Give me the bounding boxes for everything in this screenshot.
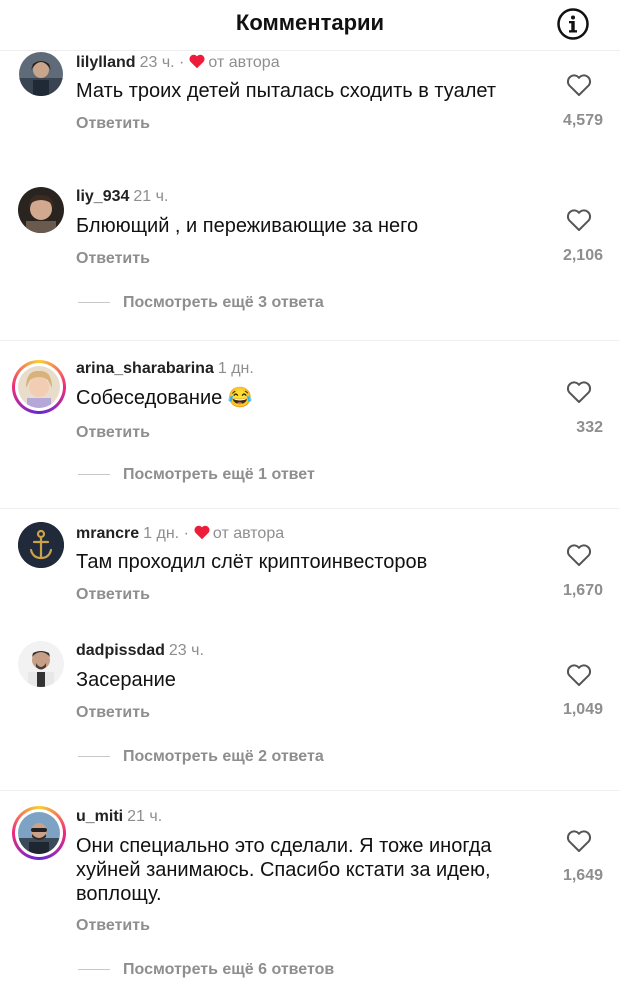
comment-meta: liy_934 21 ч. xyxy=(76,188,168,206)
username[interactable]: lilylland xyxy=(76,54,136,71)
comment-divider xyxy=(0,340,620,341)
view-more-replies-label: Посмотреть ещё 1 ответ xyxy=(123,466,315,483)
reply-button[interactable]: Ответить xyxy=(76,586,150,604)
comment-meta: dadpissdad 23 ч. xyxy=(76,642,204,660)
like-count: 1,649 xyxy=(562,867,603,884)
author-liked-label: от автора xyxy=(212,525,285,542)
like-count: 1,049 xyxy=(562,701,603,718)
heart-outline-icon[interactable] xyxy=(566,208,592,232)
reply-button[interactable]: Ответить xyxy=(76,917,150,935)
timestamp: 21 ч. xyxy=(133,188,169,205)
username[interactable]: u_miti xyxy=(76,808,123,825)
comment-meta: arina_sharabarina 1 дн. xyxy=(76,360,254,378)
username[interactable]: arina_sharabarina xyxy=(76,360,214,377)
avatar[interactable] xyxy=(19,52,63,96)
heart-outline-icon[interactable] xyxy=(566,380,592,404)
replies-divider-line xyxy=(78,302,110,304)
comment-text: Собеседование 😂 xyxy=(76,387,253,409)
comment-text: Они специально это сделали. Я тоже иногд… xyxy=(76,835,492,905)
username[interactable]: dadpissdad xyxy=(76,642,165,659)
avatar-story-ring[interactable] xyxy=(12,360,66,414)
view-more-replies-label: Посмотреть ещё 3 ответа xyxy=(123,294,324,311)
comment-meta: u_miti 21 ч. xyxy=(76,808,162,826)
info-icon[interactable] xyxy=(556,7,590,41)
comment-divider xyxy=(0,790,620,791)
heart-outline-icon[interactable] xyxy=(566,543,592,567)
comment-meta: mrancre 1 дн. · от автора xyxy=(76,525,285,542)
view-more-replies[interactable]: Посмотреть ещё 2 ответа xyxy=(78,748,324,766)
avatar[interactable] xyxy=(18,641,64,687)
timestamp: 23 ч. xyxy=(168,642,204,659)
reply-button[interactable]: Ответить xyxy=(76,424,150,442)
author-heart-icon xyxy=(189,54,205,69)
view-more-replies-label: Посмотреть ещё 2 ответа xyxy=(123,748,324,765)
like-count: 2,106 xyxy=(562,247,603,264)
username[interactable]: mrancre xyxy=(76,525,139,542)
comment-text: Засерание xyxy=(76,669,176,691)
heart-outline-icon[interactable] xyxy=(566,73,592,97)
author-liked-label: от автора xyxy=(208,54,280,71)
like-count: 1,670 xyxy=(562,582,603,599)
comment-text: Блюющий , и переживающие за него xyxy=(76,215,419,237)
timestamp: 23 ч. xyxy=(139,54,175,71)
username[interactable]: liy_934 xyxy=(76,188,129,205)
view-more-replies[interactable]: Посмотреть ещё 3 ответа xyxy=(78,294,324,312)
reply-button[interactable]: Ответить xyxy=(76,115,150,133)
reply-button[interactable]: Ответить xyxy=(76,704,150,722)
replies-divider-line xyxy=(78,969,110,971)
header-bar: Комментарии xyxy=(0,0,620,51)
author-heart-icon xyxy=(194,525,210,540)
heart-outline-icon[interactable] xyxy=(566,829,592,853)
avatar[interactable] xyxy=(18,522,64,568)
avatar-story-ring[interactable] xyxy=(12,806,66,860)
timestamp: 1 дн. xyxy=(217,360,254,377)
comment-text: Там проходил слёт криптоинвесторов xyxy=(76,551,428,573)
reply-button[interactable]: Ответить xyxy=(76,250,150,268)
replies-divider-line xyxy=(78,474,110,476)
replies-divider-line xyxy=(78,756,110,758)
comment-meta: lilylland 23 ч. · от автора xyxy=(76,54,280,71)
avatar[interactable] xyxy=(18,187,64,233)
view-more-replies[interactable]: Посмотреть ещё 6 ответов xyxy=(78,961,334,979)
heart-outline-icon[interactable] xyxy=(566,663,592,687)
view-more-replies[interactable]: Посмотреть ещё 1 ответ xyxy=(78,466,315,484)
comment-divider xyxy=(0,508,620,509)
like-count: 332 xyxy=(576,419,603,436)
page-title: Комментарии xyxy=(235,10,385,35)
view-more-replies-label: Посмотреть ещё 6 ответов xyxy=(123,961,335,978)
like-count: 4,579 xyxy=(562,112,603,129)
comment-text: Мать троих детей пыталась сходить в туал… xyxy=(76,80,496,102)
timestamp: 1 дн. xyxy=(143,525,180,542)
timestamp: 21 ч. xyxy=(127,808,163,825)
